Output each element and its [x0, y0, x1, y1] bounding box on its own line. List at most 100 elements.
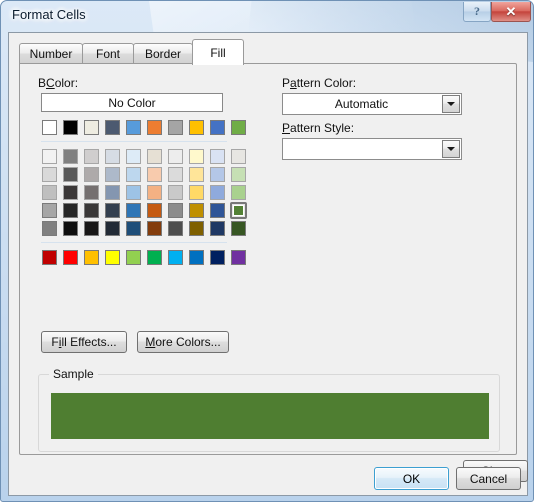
swatch-cell[interactable] [209, 166, 226, 183]
tint-swatch-4-2[interactable] [84, 221, 99, 236]
pattern-style-dropdown-button[interactable] [442, 140, 460, 158]
tint-swatch-3-3[interactable] [105, 203, 120, 218]
selected-color-swatch[interactable] [230, 202, 247, 219]
swatch-cell[interactable] [62, 249, 79, 266]
swatch-cell[interactable] [167, 249, 184, 266]
swatch-cell[interactable] [167, 202, 184, 219]
tint-swatch-0-6[interactable] [168, 149, 183, 164]
theme-color-swatch-8[interactable] [210, 120, 225, 135]
swatch-cell[interactable] [167, 119, 184, 136]
tint-swatch-4-8[interactable] [210, 221, 225, 236]
swatch-cell[interactable] [104, 202, 121, 219]
swatch-cell[interactable] [230, 220, 247, 237]
swatch-cell[interactable] [230, 148, 247, 165]
tint-swatch-1-9[interactable] [231, 167, 246, 182]
tab-number[interactable]: Number [19, 43, 83, 64]
swatch-cell[interactable] [209, 249, 226, 266]
more-colors-button[interactable]: More Colors... [137, 331, 229, 353]
tint-swatch-1-5[interactable] [147, 167, 162, 182]
tint-swatch-4-4[interactable] [126, 221, 141, 236]
tab-font[interactable]: Font [82, 43, 134, 64]
standard-color-swatch-9[interactable] [231, 250, 246, 265]
tint-swatch-1-6[interactable] [168, 167, 183, 182]
tint-swatch-0-4[interactable] [126, 149, 141, 164]
swatch-cell[interactable] [125, 202, 142, 219]
close-button[interactable]: ✕ [491, 2, 531, 22]
tint-swatch-2-6[interactable] [168, 185, 183, 200]
swatch-cell[interactable] [188, 119, 205, 136]
tint-swatch-1-4[interactable] [126, 167, 141, 182]
standard-color-swatch-6[interactable] [168, 250, 183, 265]
swatch-cell[interactable] [62, 184, 79, 201]
tint-swatch-3-9[interactable] [233, 205, 244, 216]
theme-color-swatch-5[interactable] [147, 120, 162, 135]
tint-swatch-3-1[interactable] [63, 203, 78, 218]
tint-swatch-0-2[interactable] [84, 149, 99, 164]
tint-swatch-0-1[interactable] [63, 149, 78, 164]
tint-swatch-4-7[interactable] [189, 221, 204, 236]
fill-effects-button[interactable]: Fill Effects... [41, 331, 127, 353]
tint-swatch-0-0[interactable] [42, 149, 57, 164]
swatch-cell[interactable] [125, 148, 142, 165]
swatch-cell[interactable] [230, 249, 247, 266]
tint-swatch-0-7[interactable] [189, 149, 204, 164]
swatch-cell[interactable] [209, 220, 226, 237]
tint-swatch-2-3[interactable] [105, 185, 120, 200]
swatch-cell[interactable] [188, 166, 205, 183]
swatch-cell[interactable] [104, 184, 121, 201]
tint-swatch-2-4[interactable] [126, 185, 141, 200]
theme-color-swatch-1[interactable] [63, 120, 78, 135]
swatch-cell[interactable] [146, 119, 163, 136]
tint-swatch-1-7[interactable] [189, 167, 204, 182]
swatch-cell[interactable] [41, 220, 58, 237]
tint-swatch-3-2[interactable] [84, 203, 99, 218]
standard-color-swatch-2[interactable] [84, 250, 99, 265]
swatch-cell[interactable] [62, 166, 79, 183]
tint-swatch-0-8[interactable] [210, 149, 225, 164]
pattern-style-combobox[interactable] [282, 138, 462, 160]
tint-swatch-3-0[interactable] [42, 203, 57, 218]
swatch-cell[interactable] [146, 249, 163, 266]
tint-swatch-2-8[interactable] [210, 185, 225, 200]
swatch-cell[interactable] [125, 220, 142, 237]
tint-swatch-4-0[interactable] [42, 221, 57, 236]
swatch-cell[interactable] [188, 220, 205, 237]
swatch-cell[interactable] [188, 184, 205, 201]
tint-swatch-2-5[interactable] [147, 185, 162, 200]
tab-border[interactable]: Border [133, 43, 193, 64]
swatch-cell[interactable] [62, 202, 79, 219]
tint-swatch-4-1[interactable] [63, 221, 78, 236]
tint-swatch-3-7[interactable] [189, 203, 204, 218]
theme-color-swatch-2[interactable] [84, 120, 99, 135]
standard-color-swatch-7[interactable] [189, 250, 204, 265]
tint-swatch-3-5[interactable] [147, 203, 162, 218]
theme-color-swatch-6[interactable] [168, 120, 183, 135]
swatch-cell[interactable] [41, 249, 58, 266]
swatch-cell[interactable] [188, 148, 205, 165]
tab-fill[interactable]: Fill [192, 39, 244, 65]
pattern-color-dropdown-button[interactable] [442, 95, 460, 113]
tint-swatch-3-4[interactable] [126, 203, 141, 218]
swatch-cell[interactable] [41, 202, 58, 219]
no-color-button[interactable]: No Color [41, 93, 223, 112]
standard-color-swatch-4[interactable] [126, 250, 141, 265]
swatch-cell[interactable] [41, 148, 58, 165]
swatch-cell[interactable] [104, 119, 121, 136]
tint-swatch-2-7[interactable] [189, 185, 204, 200]
swatch-cell[interactable] [146, 202, 163, 219]
theme-color-swatch-0[interactable] [42, 120, 57, 135]
swatch-cell[interactable] [41, 184, 58, 201]
swatch-cell[interactable] [104, 148, 121, 165]
swatch-cell[interactable] [230, 119, 247, 136]
swatch-cell[interactable] [230, 166, 247, 183]
swatch-cell[interactable] [125, 166, 142, 183]
theme-color-swatch-3[interactable] [105, 120, 120, 135]
tint-swatch-0-5[interactable] [147, 149, 162, 164]
swatch-cell[interactable] [83, 148, 100, 165]
tint-swatch-0-9[interactable] [231, 149, 246, 164]
swatch-cell[interactable] [146, 148, 163, 165]
tint-swatch-2-2[interactable] [84, 185, 99, 200]
swatch-cell[interactable] [209, 119, 226, 136]
swatch-cell[interactable] [188, 249, 205, 266]
swatch-cell[interactable] [167, 220, 184, 237]
